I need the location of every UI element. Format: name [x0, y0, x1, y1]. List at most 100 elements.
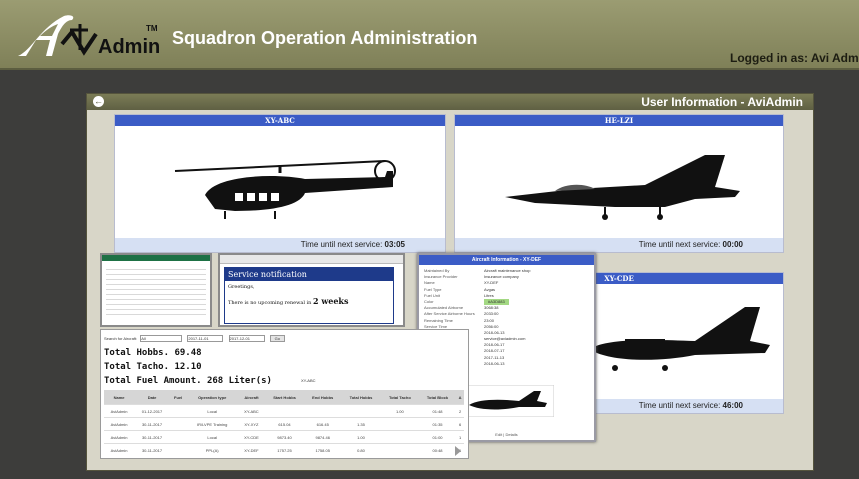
- table-cell: AviAdmin: [104, 417, 135, 431]
- table-cell: 01:35: [418, 417, 457, 431]
- table-scroll-arrow-icon[interactable]: [455, 446, 461, 456]
- service-time-row: Time until next service: 00:00: [455, 238, 783, 252]
- aircraft-thumbnail-icon: [459, 385, 554, 417]
- table-cell: 30-11-2017: [134, 443, 170, 456]
- table-cell: 30-11-2017: [134, 417, 170, 431]
- aircraft-card-xy-abc[interactable]: XY-ABC Time until next service: 03:05: [114, 114, 446, 253]
- service-time-value: 03:05: [384, 240, 405, 249]
- table-cell: AviAdmin: [104, 404, 135, 418]
- service-time-value: 46:00: [722, 401, 743, 410]
- table-cell: XY-ABC: [238, 404, 265, 418]
- table-cell: [380, 417, 419, 431]
- table-column-header[interactable]: Total Block: [418, 390, 457, 405]
- total-tacho: Total Tacho. 12.10: [104, 362, 202, 372]
- fighter-jet-icon: [505, 155, 740, 220]
- table-column-header[interactable]: Start Hobbs: [264, 390, 305, 405]
- table-cell: 2: [456, 404, 464, 418]
- aircraft-card-he-lzi[interactable]: HE-LZI Time until next service: 00:00: [454, 114, 784, 253]
- table-header-row: Name Date Fuel Operation type Aircraft Start …: [104, 390, 464, 405]
- total-fuel: Total Fuel Amount. 268 Liter(s): [104, 376, 272, 386]
- notification-greeting: Greetings,: [228, 284, 255, 290]
- popup-title: Aircraft Information - XY-DEF: [419, 255, 594, 265]
- table-cell: [169, 430, 187, 444]
- turboprop-aircraft-icon: [590, 307, 770, 371]
- back-arrow-icon[interactable]: ←: [93, 96, 104, 107]
- table-cell: [264, 404, 305, 418]
- service-time-value: 00:00: [722, 240, 743, 249]
- table-cell: [380, 430, 419, 444]
- table-column-header[interactable]: Name: [104, 390, 135, 405]
- total-hobbs: Total Hobbs. 69.48: [104, 348, 202, 358]
- notification-message: There is no upcoming renewal in: [228, 300, 312, 306]
- fuel-aircraft-label: XY-ABC: [301, 378, 316, 383]
- aircraft-registration: HE-LZI: [455, 115, 783, 126]
- aircraft-registration: XY-ABC: [115, 115, 445, 126]
- table-column-header[interactable]: Total Tacho: [380, 390, 419, 405]
- go-button[interactable]: Go: [269, 335, 285, 342]
- table-cell: 0.80: [341, 443, 381, 456]
- table-column-header[interactable]: Operation type: [186, 390, 239, 405]
- table-cell: 1.00: [341, 430, 381, 444]
- app-header: Admin TM Squadron Operation Administrati…: [0, 0, 859, 70]
- service-time-label: Time until next service:: [638, 240, 721, 249]
- flight-log-panel: Search for Aircraft: All 2017-11-01 2017…: [100, 329, 469, 459]
- table-cell: 01:00: [418, 430, 457, 444]
- table-cell: 616.45: [304, 417, 342, 431]
- table-cell: 1758.05: [304, 443, 342, 456]
- table-cell: Local: [186, 404, 239, 418]
- logged-in-user: Logged in as: Avi Admin: [730, 51, 859, 65]
- service-time-row: Time until next service: 03:05: [115, 238, 445, 252]
- table-column-header[interactable]: Date: [134, 390, 170, 405]
- table-cell: AviAdmin: [104, 443, 135, 456]
- table-cell: 00:48: [418, 443, 457, 456]
- table-cell: Local: [186, 430, 239, 444]
- table-cell: PPL(A): [186, 443, 239, 456]
- table-cell: 6: [456, 417, 464, 431]
- table-column-header[interactable]: Fuel: [169, 390, 187, 405]
- table-cell: [169, 417, 187, 431]
- table-cell: 01-12-2017: [134, 404, 170, 418]
- date-from-input[interactable]: 2017-11-01: [187, 335, 224, 342]
- table-column-header[interactable]: Aircraft: [238, 390, 265, 405]
- table-cell: [304, 404, 342, 418]
- logo-admin-text: Admin: [98, 36, 161, 58]
- aircraft-select[interactable]: All: [140, 335, 183, 342]
- table-row[interactable]: AviAdmin 30-11-2017 Local XY-CDE 9873.40 9874…: [104, 430, 464, 444]
- popup-row-value: 2018-06-13: [484, 360, 505, 366]
- table-row[interactable]: AviAdmin 01-12-2017 Local XY-ABC 1.00 01:48 2: [104, 404, 464, 418]
- logo-tm: TM: [146, 24, 158, 33]
- table-cell: 9874.46: [304, 430, 342, 444]
- table-column-header[interactable]: Total Hobbs: [341, 390, 381, 405]
- email-notification-thumbnail[interactable]: Service notification Greetings, There is…: [218, 253, 405, 327]
- table-cell: IR/LVPE Training: [186, 417, 239, 431]
- table-cell: 1: [456, 430, 464, 444]
- spreadsheet-thumbnail[interactable]: [100, 253, 212, 327]
- table-cell: XY-CDE: [238, 430, 265, 444]
- service-time-label: Time until next service:: [300, 240, 383, 249]
- table-cell: [169, 404, 187, 418]
- table-cell: 01:48: [418, 404, 457, 418]
- table-row[interactable]: AviAdmin 30-11-2017 PPL(A) XY-DEF 1757.25 175…: [104, 443, 464, 456]
- table-column-header[interactable]: End Hobbs: [304, 390, 342, 405]
- table-cell: 615.04: [264, 417, 305, 431]
- table-cell: 1757.25: [264, 443, 305, 456]
- date-to-input[interactable]: 2017-12-01: [228, 335, 265, 342]
- table-cell: XY-XYZ: [238, 417, 265, 431]
- search-label: Search for Aircraft:: [104, 336, 138, 341]
- app-title: Squadron Operation Administration: [172, 28, 478, 48]
- helicopter-icon: [174, 160, 396, 219]
- table-cell: 1.00: [380, 404, 419, 418]
- table-cell: [380, 443, 419, 456]
- table-cell: [169, 443, 187, 456]
- table-cell: [341, 404, 381, 418]
- notification-title: Service notification: [225, 268, 393, 281]
- search-bar: Search for Aircraft: All 2017-11-01 2017…: [104, 335, 285, 342]
- table-cell: 9873.40: [264, 430, 305, 444]
- table-cell: 1.35: [341, 417, 381, 431]
- table-column-header[interactable]: A: [456, 390, 464, 405]
- table-row[interactable]: AviAdmin 30-11-2017 IR/LVPE Training XY-XYZ…: [104, 417, 464, 431]
- table-cell: AviAdmin: [104, 430, 135, 444]
- service-time-label: Time until next service:: [638, 401, 721, 410]
- panel-header: ← User Information - AviAdmin: [87, 94, 813, 110]
- table-cell: XY-DEF: [238, 443, 265, 456]
